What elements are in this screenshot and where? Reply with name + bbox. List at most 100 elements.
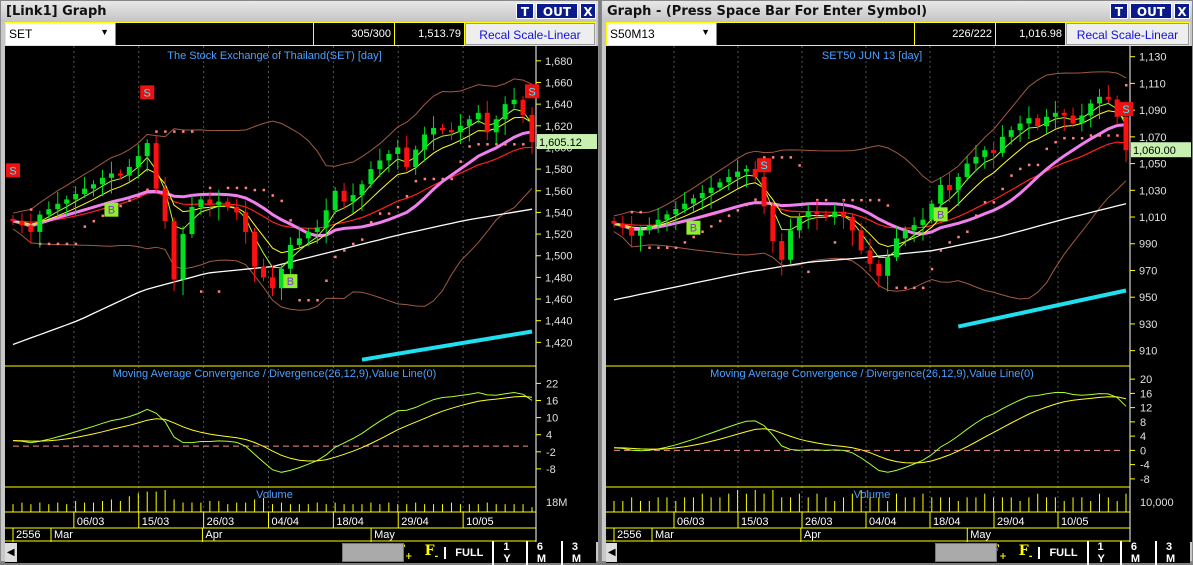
symbol-select[interactable]: S50M13 ▼ bbox=[607, 23, 717, 45]
macd-tick-label: 22 bbox=[546, 378, 558, 390]
sar-dot bbox=[895, 286, 898, 290]
scroll-left-button[interactable]: ◀ bbox=[606, 543, 618, 562]
candle-body bbox=[938, 184, 944, 204]
sar-dot bbox=[74, 242, 78, 246]
candle-body bbox=[893, 238, 899, 258]
record-count: 305/300 bbox=[314, 23, 395, 45]
recal-scale-button[interactable]: Recal Scale-Linear bbox=[1066, 23, 1189, 45]
macd-tick-label: 8 bbox=[1140, 417, 1146, 429]
macd-tick-label: -2 bbox=[546, 447, 556, 459]
candle-body bbox=[64, 199, 70, 204]
macd-tick-label: 0 bbox=[1140, 445, 1146, 457]
scrollbar-thumb[interactable] bbox=[341, 543, 404, 562]
sar-dot bbox=[992, 201, 996, 204]
sar-dot bbox=[657, 246, 660, 250]
macd-tick-label: 4 bbox=[1140, 431, 1146, 443]
sar-dot bbox=[280, 199, 283, 203]
sar-dot bbox=[441, 177, 445, 181]
sar-dot bbox=[824, 198, 828, 202]
sar-dot bbox=[983, 201, 987, 204]
macd-tick-label: 12 bbox=[1140, 403, 1152, 415]
scrollbar[interactable] bbox=[617, 543, 998, 562]
candle-body bbox=[629, 227, 635, 236]
window-title: [Link1] Graph T OUT X bbox=[1, 1, 598, 22]
candle-body bbox=[278, 268, 284, 289]
candle-body bbox=[1052, 112, 1058, 117]
candle-body bbox=[314, 227, 320, 232]
date-label: 18/04 bbox=[336, 516, 364, 528]
sar-dot bbox=[298, 298, 301, 302]
scrollbar-thumb[interactable] bbox=[935, 543, 998, 562]
sar-dot bbox=[92, 219, 96, 223]
price-tick-label: 1,480 bbox=[545, 272, 573, 284]
range-6m-button[interactable]: 6 M bbox=[1119, 540, 1155, 565]
sar-dot bbox=[101, 214, 104, 218]
candle-body bbox=[457, 125, 463, 133]
price-chart[interactable]: 1,420 1,440 1,460 1,480 1,500 1,520 1,540 1,560… bbox=[5, 46, 598, 542]
candle-body bbox=[682, 203, 688, 210]
sar-dot bbox=[199, 290, 203, 293]
candle-body bbox=[1061, 112, 1067, 116]
candle-body bbox=[876, 263, 882, 276]
year-label: 2556 bbox=[16, 529, 40, 541]
range-full-button[interactable]: FULL bbox=[444, 546, 492, 559]
sar-dot bbox=[128, 199, 131, 202]
candle-body bbox=[19, 221, 25, 226]
zoom-out-button[interactable]: F- bbox=[1013, 543, 1039, 562]
zoom-out-button[interactable]: F- bbox=[419, 543, 445, 562]
sar-dot bbox=[119, 204, 122, 208]
current-price-label: 1,060.00 bbox=[1133, 145, 1176, 157]
t-button[interactable]: T bbox=[1110, 3, 1128, 19]
sar-dot bbox=[208, 186, 212, 190]
range-3m-button[interactable]: 3 M bbox=[560, 540, 596, 565]
sar-dot bbox=[1063, 136, 1066, 140]
price-chart[interactable]: 910 930 950 970 990 1,010 1,030 1,050 1,070 1,090… bbox=[606, 46, 1192, 542]
range-1y-button[interactable]: 1 Y bbox=[492, 540, 525, 565]
date-label: 18/04 bbox=[933, 516, 961, 528]
sar-dot bbox=[921, 286, 925, 290]
sar-dot bbox=[692, 235, 695, 239]
sar-dot bbox=[674, 246, 678, 250]
sar-dot bbox=[939, 249, 943, 252]
range-6m-button[interactable]: 6 M bbox=[525, 540, 561, 565]
price-tick-label: 1,460 bbox=[545, 294, 573, 306]
close-button[interactable]: X bbox=[580, 3, 596, 19]
scroll-left-button[interactable]: ◀ bbox=[5, 543, 17, 562]
candle-body bbox=[386, 153, 392, 161]
signal-label: S bbox=[1122, 104, 1129, 116]
sar-dot bbox=[886, 204, 890, 207]
sar-dot bbox=[1116, 134, 1119, 137]
candle-body bbox=[171, 221, 177, 280]
range-1y-button[interactable]: 1 Y bbox=[1086, 540, 1120, 565]
sar-dot bbox=[173, 130, 176, 133]
candle-body bbox=[216, 201, 222, 205]
range-full-button[interactable]: FULL bbox=[1038, 546, 1086, 559]
close-button[interactable]: X bbox=[1174, 3, 1190, 19]
price-tick-label: 1,130 bbox=[1139, 52, 1167, 64]
scrollbar[interactable] bbox=[16, 543, 404, 562]
candle-body bbox=[805, 211, 811, 218]
candle-body bbox=[37, 214, 43, 232]
out-button[interactable]: OUT bbox=[536, 3, 578, 19]
chart-title: The Stock Exchange of Thailand(SET) [day… bbox=[167, 50, 381, 62]
symbol-select[interactable]: SET ▼ bbox=[6, 23, 116, 45]
t-button[interactable]: T bbox=[516, 3, 534, 19]
sar-dot bbox=[56, 242, 60, 246]
price-tick-label: 1,420 bbox=[545, 337, 573, 349]
sar-dot bbox=[807, 270, 810, 274]
sar-dot bbox=[253, 188, 257, 192]
candle-body bbox=[395, 147, 401, 154]
macd-title: Moving Average Convergence / Divergence(… bbox=[710, 368, 1034, 380]
range-3m-button[interactable]: 3 M bbox=[1154, 540, 1190, 565]
macd-tick-label: 10 bbox=[546, 413, 558, 425]
sar-dot bbox=[727, 214, 731, 217]
candle-body bbox=[858, 230, 864, 251]
out-button[interactable]: OUT bbox=[1130, 3, 1172, 19]
month-label: Apr bbox=[804, 529, 821, 541]
sar-dot bbox=[1027, 163, 1031, 167]
sar-dot bbox=[1010, 174, 1013, 177]
sar-dot bbox=[244, 186, 248, 190]
sar-dot bbox=[780, 156, 784, 159]
macd-title: Moving Average Convergence / Divergence(… bbox=[113, 368, 437, 380]
recal-scale-button[interactable]: Recal Scale-Linear bbox=[465, 23, 595, 45]
